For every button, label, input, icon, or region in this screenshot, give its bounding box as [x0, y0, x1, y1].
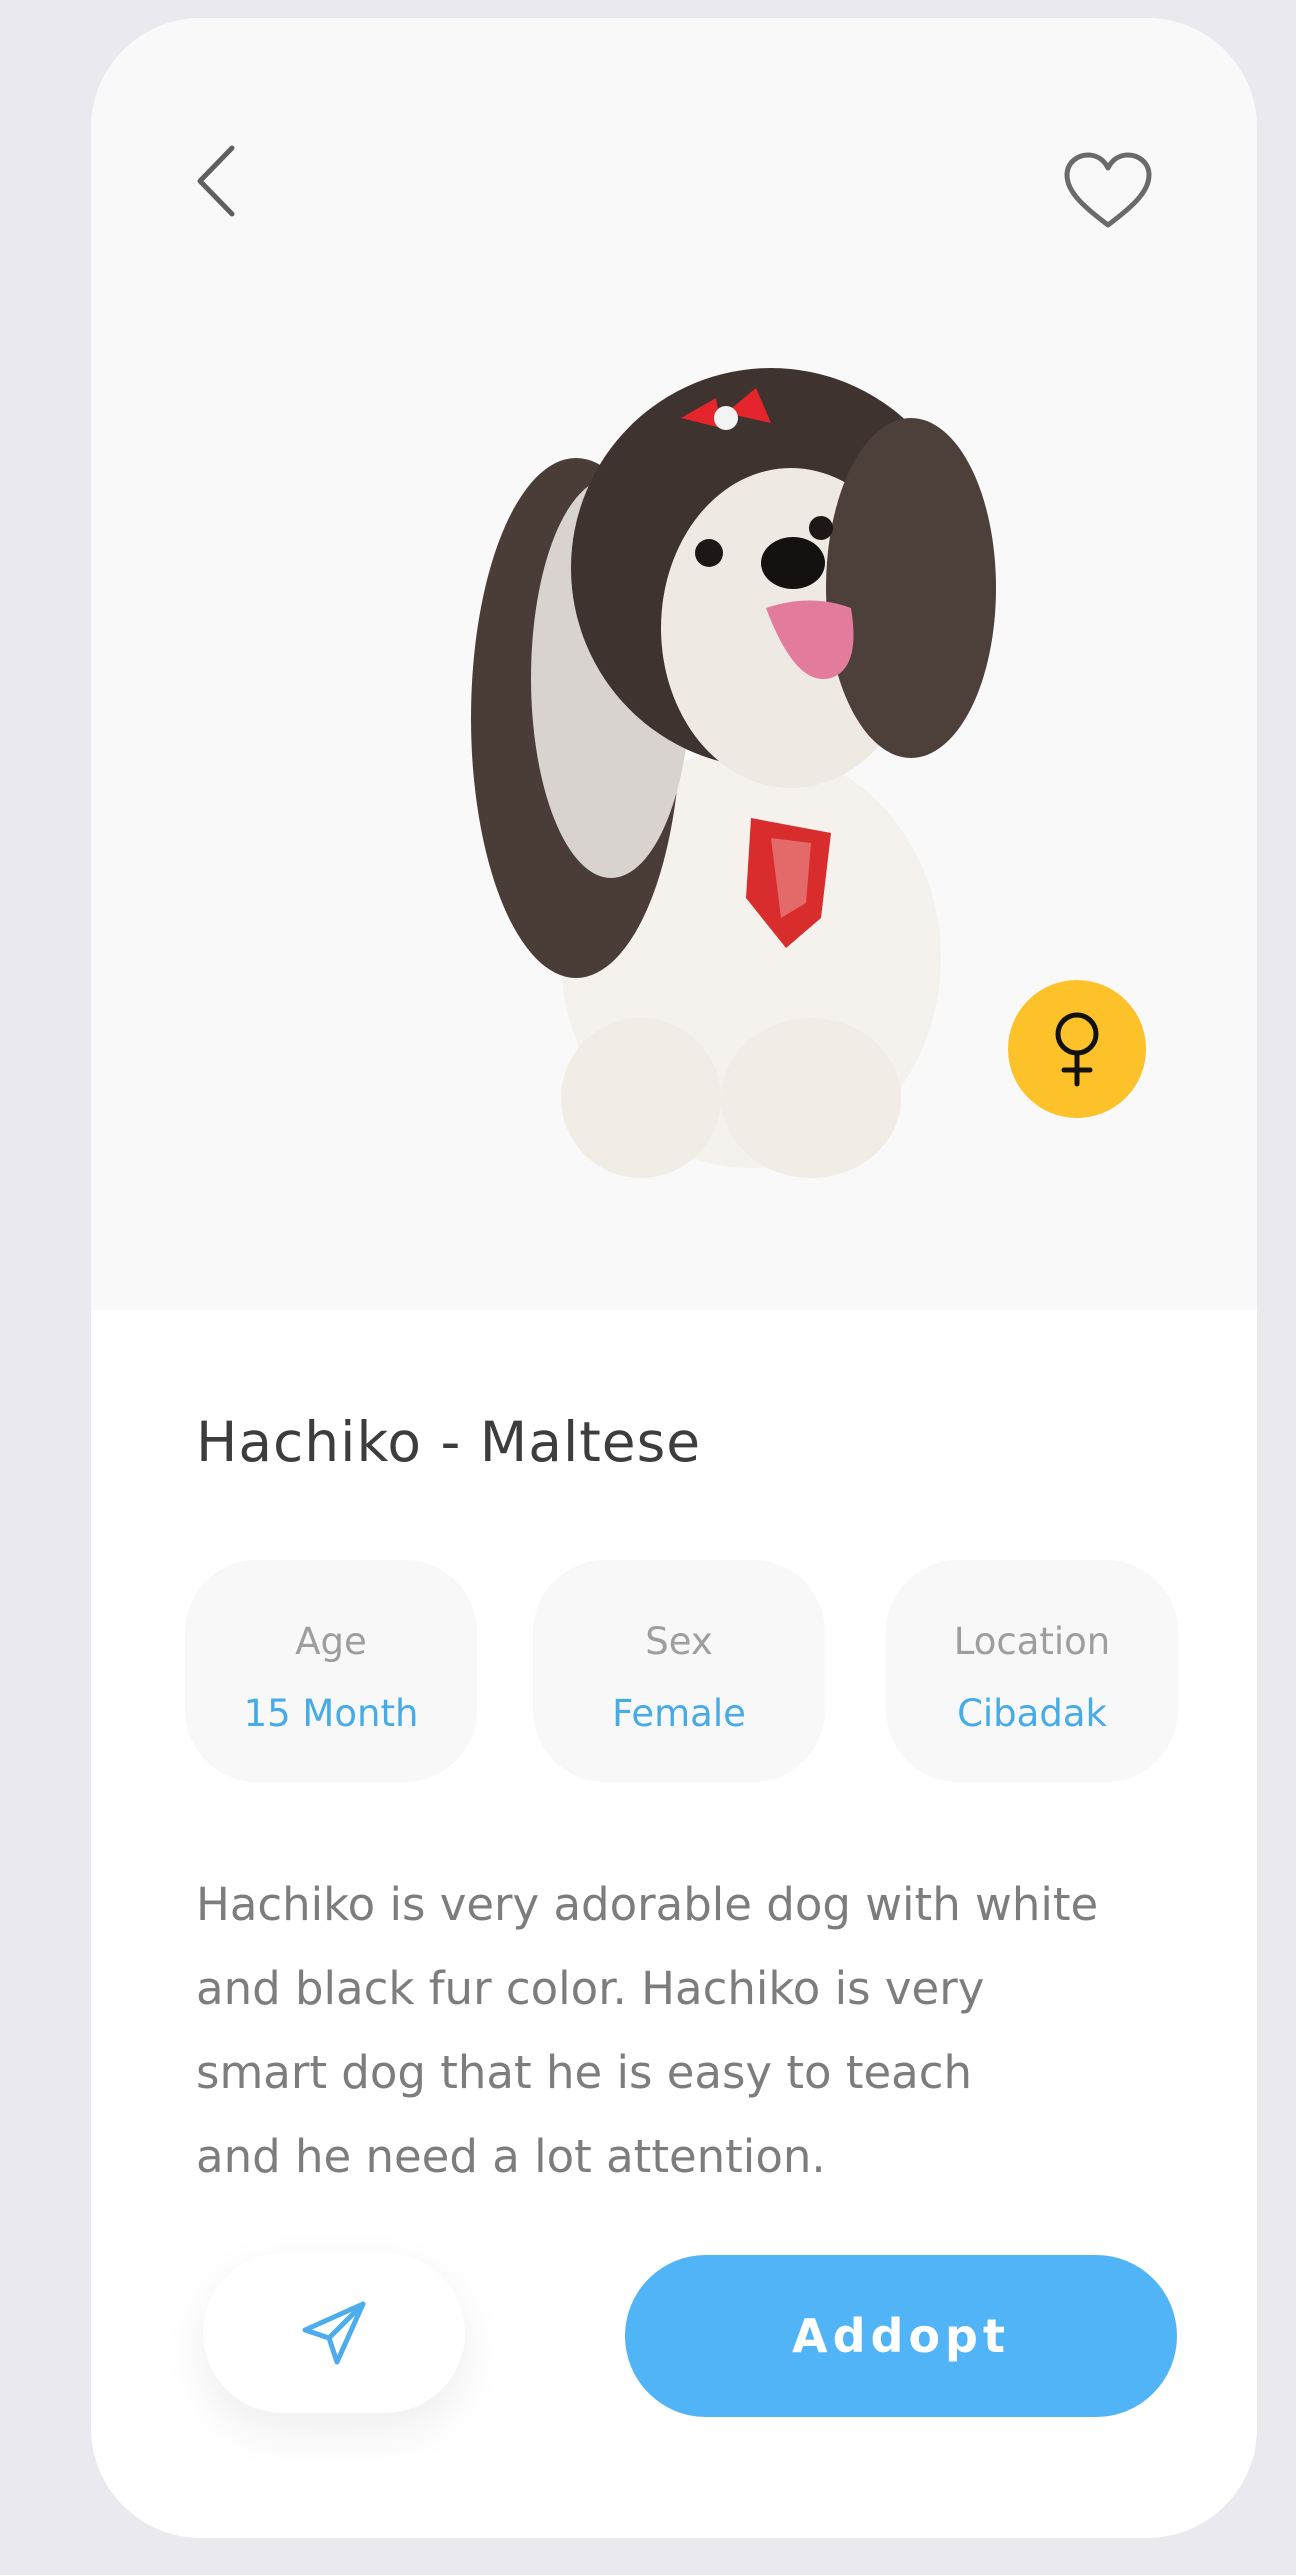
back-button[interactable] — [186, 136, 246, 226]
location-value: Cibadak — [957, 1692, 1107, 1735]
female-symbol-icon — [1055, 1012, 1099, 1087]
age-label: Age — [295, 1620, 367, 1663]
gender-badge — [1008, 980, 1146, 1118]
send-message-button[interactable] — [203, 2253, 465, 2413]
location-label: Location — [953, 1620, 1111, 1663]
chevron-left-icon — [197, 145, 235, 217]
sex-value: Female — [612, 1692, 746, 1735]
pet-hero — [91, 18, 1257, 1310]
location-card: Location Cibadak — [886, 1560, 1178, 1782]
pet-name: Hachiko - Maltese — [196, 1410, 702, 1474]
age-card: Age 15 Month — [185, 1560, 477, 1782]
sex-label: Sex — [645, 1620, 713, 1663]
description-line: and black fur color. Hachiko is very — [196, 1962, 985, 2015]
description-line: and he need a lot attention. — [196, 2130, 826, 2183]
phone-screen: Hachiko - Maltese Age 15 Month Sex Femal… — [91, 18, 1257, 2538]
description-line: Hachiko is very adorable dog with white — [196, 1878, 1099, 1931]
description-line: smart dog that he is easy to teach — [196, 2046, 973, 2099]
heart-outline-icon — [1064, 152, 1152, 228]
age-value: 15 Month — [243, 1692, 419, 1735]
adopt-button[interactable]: Addopt — [625, 2255, 1177, 2417]
paper-plane-icon — [302, 2301, 366, 2365]
favorite-button[interactable] — [1053, 136, 1163, 246]
sex-card: Sex Female — [533, 1560, 825, 1782]
pet-description: Hachiko is very adorable dog with white … — [196, 1863, 1176, 2199]
